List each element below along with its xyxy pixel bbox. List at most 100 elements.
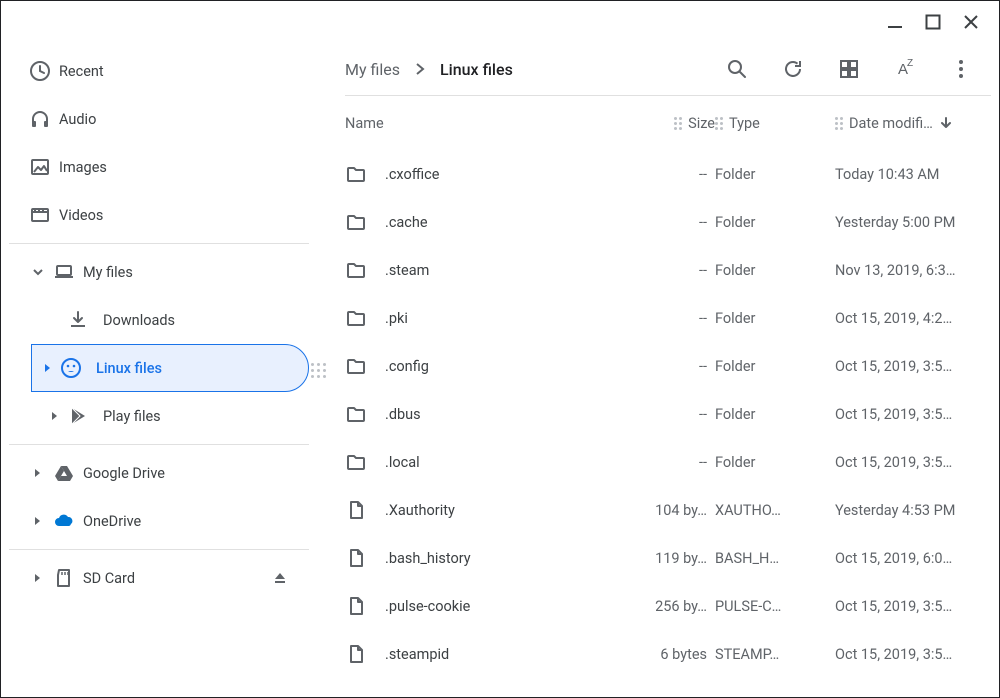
file-type: PULSE-C… bbox=[715, 598, 835, 615]
chevron-down-icon[interactable] bbox=[23, 266, 53, 278]
file-date: Oct 15, 2019, 3:5… bbox=[835, 454, 985, 471]
file-type: BASH_H… bbox=[715, 550, 835, 567]
file-name: .pulse-cookie bbox=[385, 598, 470, 615]
laptop-icon bbox=[53, 261, 83, 283]
file-size: -- bbox=[625, 310, 715, 327]
file-name: .local bbox=[385, 454, 420, 471]
pane-resize-handle[interactable] bbox=[311, 363, 327, 379]
sidebar-item-downloads[interactable]: Downloads bbox=[39, 296, 309, 344]
table-row[interactable]: .cxoffice--FolderToday 10:43 AM bbox=[345, 150, 991, 198]
sidebar-item-play-files[interactable]: Play files bbox=[39, 392, 309, 440]
view-toggle-button[interactable] bbox=[837, 57, 861, 81]
chevron-right-icon[interactable] bbox=[43, 411, 67, 421]
table-row[interactable]: .local--FolderOct 15, 2019, 3:5… bbox=[345, 438, 991, 486]
file-size: -- bbox=[625, 358, 715, 375]
file-type: Folder bbox=[715, 454, 835, 471]
chevron-right-icon[interactable] bbox=[23, 468, 53, 478]
folder-icon bbox=[345, 451, 367, 473]
file-date: Yesterday 5:00 PM bbox=[835, 214, 985, 231]
breadcrumb: My files Linux files bbox=[345, 60, 513, 79]
chevron-right-icon bbox=[414, 62, 426, 76]
table-header: Name Size Type Date modifi… bbox=[345, 96, 991, 150]
sidebar-item-recent[interactable]: Recent bbox=[9, 47, 309, 95]
table-row[interactable]: .pulse-cookie256 by…PULSE-C…Oct 15, 2019… bbox=[345, 582, 991, 630]
sidebar-label: OneDrive bbox=[83, 513, 141, 530]
sidebar-item-sd-card[interactable]: SD Card bbox=[9, 554, 309, 602]
folder-icon bbox=[345, 163, 367, 185]
window-maximize-button[interactable] bbox=[925, 14, 941, 30]
file-date: Today 10:43 AM bbox=[835, 166, 985, 183]
sidebar-label: Linux files bbox=[96, 360, 162, 377]
table-row[interactable]: .bash_history119 by…BASH_H…Oct 15, 2019,… bbox=[345, 534, 991, 582]
table-row[interactable]: .dbus--FolderOct 15, 2019, 3:5… bbox=[345, 390, 991, 438]
sd-card-icon bbox=[53, 567, 83, 589]
sidebar-label: Play files bbox=[103, 408, 161, 425]
file-date: Nov 13, 2019, 6:3… bbox=[835, 262, 985, 279]
onedrive-icon bbox=[53, 512, 83, 530]
table-row[interactable]: .cache--FolderYesterday 5:00 PM bbox=[345, 198, 991, 246]
column-header-type[interactable]: Type bbox=[715, 115, 835, 132]
file-icon bbox=[345, 595, 367, 617]
sidebar-item-onedrive[interactable]: OneDrive bbox=[9, 497, 309, 545]
folder-icon bbox=[345, 355, 367, 377]
chevron-right-icon[interactable] bbox=[36, 363, 60, 373]
sidebar-label: Audio bbox=[59, 111, 96, 128]
table-row[interactable]: .steampid6 bytesSTEAMP…Oct 15, 2019, 3:5… bbox=[345, 630, 991, 678]
file-type: Folder bbox=[715, 214, 835, 231]
file-table: Name Size Type Date modifi… .cxoffice--F… bbox=[345, 96, 991, 697]
column-label: Size bbox=[688, 115, 715, 132]
linux-icon bbox=[60, 357, 96, 379]
column-header-date[interactable]: Date modifi… bbox=[835, 115, 985, 132]
file-type: Folder bbox=[715, 406, 835, 423]
chevron-right-icon[interactable] bbox=[23, 516, 53, 526]
table-row[interactable]: .config--FolderOct 15, 2019, 3:5… bbox=[345, 342, 991, 390]
column-grip-icon[interactable] bbox=[674, 117, 682, 130]
file-size: -- bbox=[625, 214, 715, 231]
sidebar-label: SD Card bbox=[83, 570, 135, 587]
window-minimize-button[interactable] bbox=[887, 14, 903, 30]
file-name: .cxoffice bbox=[385, 166, 439, 183]
file-name: .bash_history bbox=[385, 550, 471, 567]
column-label: Date modifi… bbox=[849, 115, 933, 132]
table-row[interactable]: .Xauthority104 by…XAUTHO…Yesterday 4:53 … bbox=[345, 486, 991, 534]
sidebar-item-google-drive[interactable]: Google Drive bbox=[9, 449, 309, 497]
folder-icon bbox=[345, 211, 367, 233]
sidebar-item-videos[interactable]: Videos bbox=[9, 191, 309, 239]
sidebar-label: Images bbox=[59, 159, 107, 176]
chevron-right-icon[interactable] bbox=[23, 573, 53, 583]
sidebar-label: Google Drive bbox=[83, 465, 165, 482]
table-row[interactable]: .pki--FolderOct 15, 2019, 4:2… bbox=[345, 294, 991, 342]
table-row[interactable]: .steam--FolderNov 13, 2019, 6:3… bbox=[345, 246, 991, 294]
file-name: .config bbox=[385, 358, 429, 375]
column-grip-icon[interactable] bbox=[715, 117, 723, 130]
file-date: Yesterday 4:53 PM bbox=[835, 502, 985, 519]
file-date: Oct 15, 2019, 4:2… bbox=[835, 310, 985, 327]
more-menu-button[interactable] bbox=[949, 57, 973, 81]
image-icon bbox=[29, 156, 59, 178]
download-icon bbox=[67, 309, 103, 331]
file-size: -- bbox=[625, 406, 715, 423]
refresh-button[interactable] bbox=[781, 57, 805, 81]
sidebar-item-audio[interactable]: Audio bbox=[9, 95, 309, 143]
column-header-size[interactable]: Size bbox=[625, 115, 715, 132]
column-grip-icon[interactable] bbox=[835, 117, 843, 130]
sidebar-item-my-files[interactable]: My files bbox=[9, 248, 309, 296]
file-type: Folder bbox=[715, 310, 835, 327]
column-header-name[interactable]: Name bbox=[345, 115, 625, 132]
file-date: Oct 15, 2019, 3:5… bbox=[835, 406, 985, 423]
search-button[interactable] bbox=[725, 57, 749, 81]
file-icon bbox=[345, 499, 367, 521]
folder-icon bbox=[345, 307, 367, 329]
file-icon bbox=[345, 547, 367, 569]
breadcrumb-parent[interactable]: My files bbox=[345, 60, 400, 79]
sidebar-item-images[interactable]: Images bbox=[9, 143, 309, 191]
eject-button[interactable] bbox=[271, 569, 289, 587]
sort-button[interactable]: AZ bbox=[893, 57, 917, 81]
file-type: Folder bbox=[715, 262, 835, 279]
sidebar-label: Recent bbox=[59, 63, 104, 80]
file-size: -- bbox=[625, 262, 715, 279]
sidebar-item-linux-files[interactable]: Linux files bbox=[31, 344, 309, 392]
file-name: .steampid bbox=[385, 646, 449, 663]
window-close-button[interactable] bbox=[963, 14, 979, 30]
file-type: Folder bbox=[715, 166, 835, 183]
